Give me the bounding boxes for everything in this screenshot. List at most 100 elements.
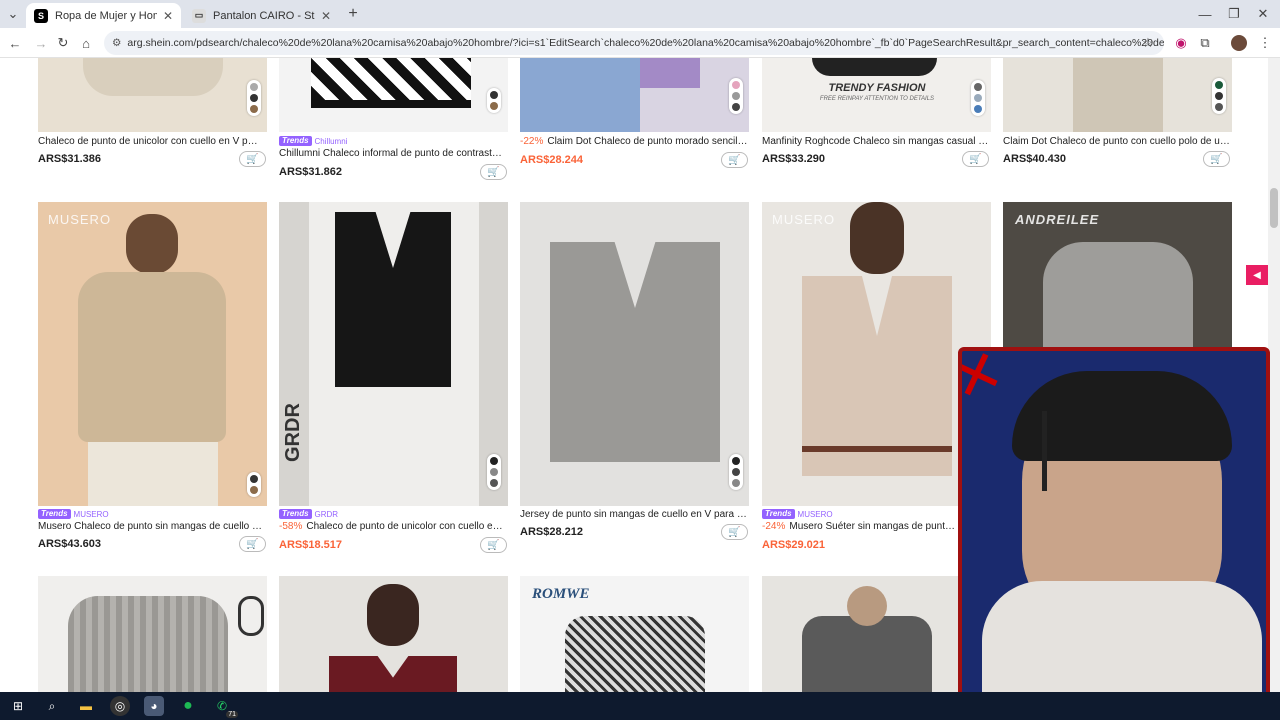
back-arrow-icon[interactable]: ←	[6, 34, 24, 52]
color-swatches[interactable]	[487, 88, 501, 113]
webcam-overlay: ✕	[958, 347, 1270, 715]
whatsapp-badge: 71	[226, 711, 238, 718]
profile-avatar[interactable]	[1231, 35, 1247, 51]
product-image[interactable]	[38, 58, 267, 132]
product-price: ARS$33.290	[762, 153, 825, 165]
product-price: ARS$40.430	[1003, 153, 1066, 165]
product-name[interactable]: -24% Musero Suéter sin mangas de punto co…	[762, 521, 958, 532]
product-image[interactable]	[520, 58, 749, 132]
trends-badge: Trends Chillumni	[279, 136, 347, 146]
chrome-icon[interactable]: ◕	[144, 696, 164, 716]
obs-icon[interactable]: ◎	[110, 696, 130, 716]
close-tab-icon[interactable]: ✕	[321, 9, 331, 23]
add-to-cart-button[interactable]: 🛒	[721, 524, 748, 540]
shein-favicon-icon: S	[34, 8, 48, 23]
add-to-cart-button[interactable]: 🛒	[962, 151, 989, 167]
image-brand-watermark: ANDREILEE	[1015, 212, 1100, 227]
minimize-icon[interactable]: —	[1196, 5, 1214, 23]
restore-icon[interactable]: ❐	[1225, 5, 1243, 23]
close-tab-icon[interactable]: ✕	[163, 9, 173, 23]
discount-badge: -58%	[279, 521, 303, 532]
tab-pantalon-cairo[interactable]: ▭ Pantalon CAIRO - Stars Hombre ✕	[184, 3, 339, 28]
color-swatches[interactable]	[971, 80, 985, 116]
image-brand-watermark: MUSERO	[772, 212, 836, 227]
bookmark-star-icon[interactable]: ☆	[1139, 34, 1157, 52]
browser-toolbar: ← → ↻ ⌂ ⚙ arg.shein.com/pdsearch/chaleco…	[0, 28, 1280, 58]
add-to-cart-button[interactable]: 🛒	[239, 151, 266, 167]
menu-kebab-icon[interactable]: ⋮	[1256, 34, 1274, 52]
reload-icon[interactable]: ↻	[54, 34, 72, 52]
color-swatches[interactable]	[247, 472, 261, 497]
add-to-cart-button[interactable]: 🛒	[239, 536, 266, 552]
image-brand-watermark: GRDR	[282, 403, 304, 462]
product-name[interactable]: Chaleco de punto de unicolor con cuello …	[38, 136, 263, 147]
site-info-icon[interactable]: ⚙	[112, 37, 121, 49]
product-image[interactable]: GRDR	[279, 202, 508, 506]
product-name[interactable]: Jersey de punto sin mangas de cuello en …	[520, 509, 748, 520]
windows-start-icon[interactable]: ⊞	[8, 696, 28, 716]
image-brand-watermark: ROMWE	[532, 586, 590, 602]
discount-badge: -22%	[520, 136, 544, 147]
new-tab-button[interactable]: +	[344, 5, 362, 23]
product-price: ARS$28.212	[520, 526, 583, 538]
product-image[interactable]: TRENDY FASHION FREE REINPAY ATTENTION TO…	[762, 58, 991, 132]
product-name[interactable]: -22% Claim Dot Chaleco de punto morado se…	[520, 136, 748, 147]
color-swatches[interactable]	[729, 78, 743, 114]
taskbar-search-icon[interactable]: ⌕	[42, 696, 62, 716]
add-to-cart-button[interactable]: 🛒	[721, 152, 748, 168]
product-image[interactable]: MUSERO	[762, 202, 991, 506]
color-swatches[interactable]	[247, 80, 261, 116]
image-caption: TRENDY FASHION	[828, 82, 926, 94]
scrollbar-thumb[interactable]	[1270, 188, 1278, 228]
product-price: ARS$18.517	[279, 539, 342, 551]
product-price: ARS$29.021	[762, 539, 825, 551]
tab-title: Pantalon CAIRO - Stars Hombre	[213, 9, 315, 22]
product-name[interactable]: Chillumni Chaleco informal de punto de c…	[279, 148, 507, 159]
product-price: ARS$31.862	[279, 166, 342, 178]
product-image[interactable]: MUSERO	[38, 202, 267, 506]
close-window-icon[interactable]: ✕	[1254, 5, 1272, 23]
add-to-cart-button[interactable]: 🛒	[480, 164, 507, 180]
spotify-icon[interactable]: ●	[178, 696, 198, 716]
tab-shein-results[interactable]: S Ropa de Mujer y Hombre, Com ✕	[26, 3, 181, 28]
color-swatches[interactable]	[729, 454, 743, 490]
product-image[interactable]	[1003, 58, 1232, 132]
product-price: ARS$31.386	[38, 153, 101, 165]
file-explorer-icon[interactable]: ▬	[76, 696, 96, 716]
product-name[interactable]: Claim Dot Chaleco de punto con cuello po…	[1003, 136, 1231, 147]
home-icon[interactable]: ⌂	[77, 34, 95, 52]
product-image[interactable]	[38, 576, 267, 692]
trends-badge: Trends MUSERO	[38, 509, 109, 519]
trends-badge: Trends MUSERO	[762, 509, 833, 519]
product-name[interactable]: Musero Chaleco de punto sin mangas de cu…	[38, 521, 266, 532]
add-to-cart-button[interactable]: 🛒	[480, 537, 507, 553]
product-name[interactable]: Manfinity Roghcode Chaleco sin mangas ca…	[762, 136, 990, 147]
extension-shield-icon[interactable]: ◉	[1172, 34, 1190, 52]
color-swatches[interactable]	[1212, 78, 1226, 114]
product-price: ARS$43.603	[38, 538, 101, 550]
tab-title: Ropa de Mujer y Hombre, Com	[55, 9, 157, 22]
product-image[interactable]	[762, 576, 958, 692]
color-swatches[interactable]	[487, 454, 501, 490]
add-to-cart-button[interactable]: 🛒	[1203, 151, 1230, 167]
product-price: ARS$28.244	[520, 154, 583, 166]
image-brand-watermark: MUSERO	[48, 212, 112, 227]
tab-bar: ⌄ S Ropa de Mujer y Hombre, Com ✕ ▭ Pant…	[0, 0, 1280, 28]
image-subcaption: FREE REINPAY ATTENTION TO DETAILS	[819, 96, 935, 102]
extensions-puzzle-icon[interactable]: ⧉	[1196, 34, 1214, 52]
product-image[interactable]	[279, 576, 508, 692]
address-bar[interactable]: ⚙ arg.shein.com/pdsearch/chaleco%20de%20…	[104, 31, 1164, 55]
product-image[interactable]	[279, 58, 508, 132]
discount-badge: -24%	[762, 521, 786, 532]
product-image[interactable]: ROMWE	[520, 576, 749, 692]
forward-arrow-icon[interactable]: →	[32, 34, 50, 52]
os-taskbar: ⊞ ⌕ ▬ ◎ ◕ ● ✆ 71	[0, 692, 1280, 720]
whatsapp-icon[interactable]: ✆ 71	[212, 696, 238, 718]
url-text: arg.shein.com/pdsearch/chaleco%20de%20la…	[127, 37, 1164, 49]
decorative-cross-icon: ✕	[958, 347, 1013, 416]
side-panel-toggle-icon[interactable]: ◀	[1246, 265, 1268, 285]
tab-search-icon[interactable]: ⌄	[4, 5, 22, 23]
product-name[interactable]: -58% Chaleco de punto de unicolor con cue…	[279, 521, 507, 532]
site-favicon-icon: ▭	[192, 8, 206, 23]
product-image[interactable]	[520, 202, 749, 506]
